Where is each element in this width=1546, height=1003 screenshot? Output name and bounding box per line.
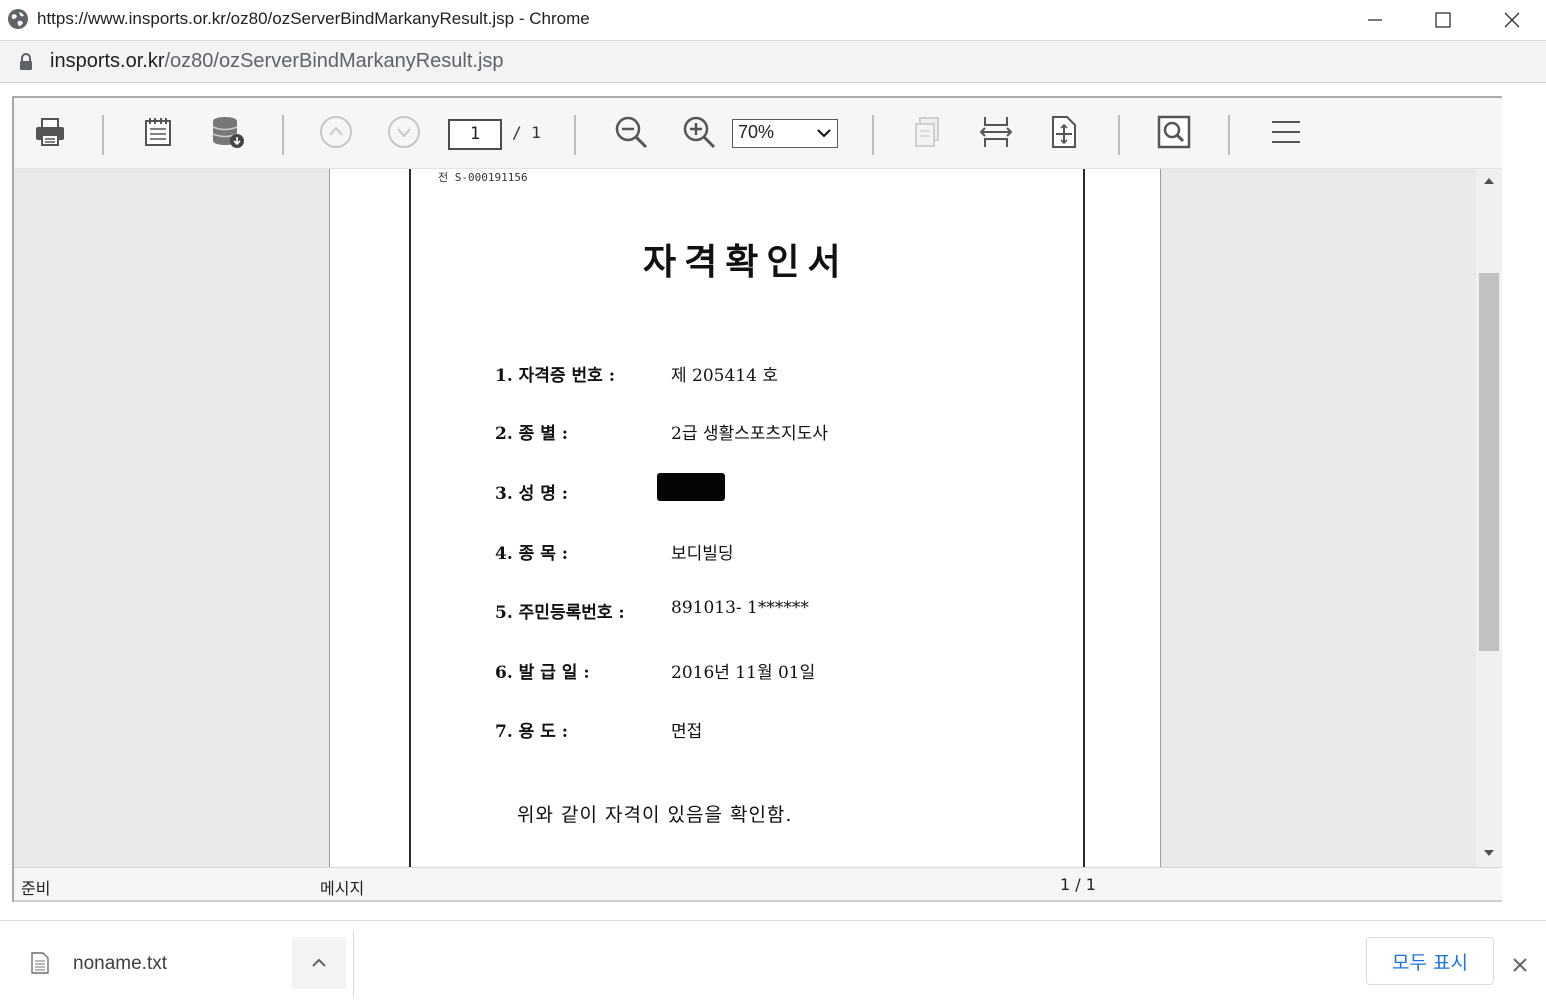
- toolbar-separator: [1228, 115, 1230, 155]
- toolbar-separator: [1118, 115, 1120, 155]
- field-label: 6. 발 급 일 :: [495, 663, 590, 683]
- zoom-value: 70%: [738, 122, 775, 142]
- maximize-button[interactable]: [1420, 0, 1466, 40]
- minimize-button[interactable]: [1352, 0, 1398, 40]
- field-value: 891013- 1******: [671, 598, 809, 618]
- previous-page-button[interactable]: [316, 112, 356, 152]
- toolbar-separator: [282, 115, 284, 155]
- viewer-toolbar: 1 / 1 70%: [14, 98, 1502, 169]
- lock-icon: [20, 53, 32, 70]
- printer-icon: [36, 118, 64, 146]
- maximize-icon: [1435, 12, 1451, 28]
- show-all-button[interactable]: 모두 표시: [1366, 937, 1494, 985]
- field-label: 4. 종 목 :: [495, 544, 569, 564]
- fit-page-button[interactable]: [1044, 112, 1084, 152]
- toolbar-separator: [102, 115, 104, 155]
- globe-icon: [8, 9, 28, 29]
- download-options-button[interactable]: [292, 937, 346, 989]
- field-label: 1. 자격증 번호 :: [495, 366, 615, 386]
- document-title: 자격확인서: [643, 241, 849, 283]
- find-button[interactable]: [1154, 112, 1194, 152]
- close-icon: [1504, 12, 1520, 28]
- title-bar: https://www.insports.or.kr/oz80/ozServer…: [0, 0, 1546, 41]
- page-number-input[interactable]: 1: [448, 119, 502, 150]
- field-value: 2016년 11월 01일: [671, 663, 816, 683]
- close-window-button[interactable]: [1489, 0, 1535, 40]
- minimize-icon: [1368, 19, 1382, 21]
- next-page-button[interactable]: [384, 112, 424, 152]
- single-page-icon: [915, 117, 939, 147]
- field-value: 면접: [671, 722, 703, 742]
- zoom-out-icon: [615, 116, 648, 149]
- find-icon: [1157, 115, 1191, 149]
- zoom-in-icon: [683, 116, 716, 149]
- page-edge: [1160, 169, 1161, 867]
- confirmation-text: 위와 같이 자격이 있음을 확인함.: [517, 804, 793, 826]
- certificate-frame: 전 S-000191156 자격확인서 1. 자격증 번호 : 제 205414…: [409, 169, 1085, 867]
- field-label: 2. 종 별 :: [495, 424, 569, 444]
- status-page: 1 / 1: [1060, 875, 1096, 894]
- document-number: 전 S-000191156: [438, 171, 528, 184]
- chevron-down-icon: [817, 129, 831, 138]
- window-title: https://www.insports.or.kr/oz80/ozServer…: [37, 9, 590, 28]
- report-viewer: 1 / 1 70% 전 S-000191156 자격확인서 1. 자격증 번호 …: [12, 96, 1502, 902]
- export-button[interactable]: [208, 112, 248, 152]
- single-page-button[interactable]: [908, 112, 948, 152]
- address-bar[interactable]: insports.or.kr/oz80/ozServerBindMarkanyR…: [0, 41, 1546, 83]
- document-view[interactable]: 전 S-000191156 자격확인서 1. 자격증 번호 : 제 205414…: [14, 169, 1476, 867]
- url-host: insports.or.kr: [50, 50, 165, 72]
- redacted-name: [657, 473, 725, 501]
- downloads-divider: [353, 931, 354, 997]
- status-bar: 준비 메시지 1 / 1: [14, 867, 1502, 902]
- export-icon: [212, 117, 244, 148]
- scroll-down-icon[interactable]: [1483, 849, 1495, 857]
- chevron-up-icon: [312, 958, 326, 967]
- toolbar-separator: [872, 115, 874, 155]
- status-state: 준비: [21, 879, 51, 898]
- fit-width-button[interactable]: [976, 112, 1016, 152]
- menu-button[interactable]: [1266, 112, 1306, 152]
- close-icon: [1513, 958, 1527, 972]
- zoom-select[interactable]: 70%: [732, 119, 838, 148]
- field-label: 5. 주민등록번호 :: [495, 603, 625, 623]
- url-path: /oz80/ozServerBindMarkanyResult.jsp: [164, 50, 504, 72]
- vertical-scrollbar[interactable]: [1476, 169, 1502, 867]
- field-value: 제 205414 호: [671, 366, 778, 386]
- zoom-out-button[interactable]: [611, 112, 651, 152]
- url-text[interactable]: insports.or.kr/oz80/ozServerBindMarkanyR…: [50, 50, 504, 73]
- status-message: 메시지: [320, 879, 365, 898]
- document-page: 전 S-000191156 자격확인서 1. 자격증 번호 : 제 205414…: [330, 169, 1161, 867]
- file-icon: [31, 952, 49, 974]
- next-page-icon: [388, 116, 420, 148]
- fit-page-icon: [1052, 116, 1076, 148]
- menu-icon: [1272, 121, 1300, 143]
- close-downloads-button[interactable]: [1506, 951, 1534, 979]
- field-label: 3. 성 명 :: [495, 484, 569, 504]
- downloads-bar: noname.txt 모두 표시: [0, 920, 1546, 1003]
- field-label: 7. 용 도 :: [495, 722, 569, 742]
- print-button[interactable]: [30, 112, 70, 152]
- scrollbar-thumb[interactable]: [1479, 273, 1499, 651]
- toolbar-separator: [574, 115, 576, 155]
- page-setup-button[interactable]: [138, 112, 178, 152]
- field-value: 보디빌딩: [671, 544, 734, 564]
- field-value: 2급 생활스포츠지도사: [671, 424, 828, 444]
- page-setup-icon: [145, 118, 171, 146]
- download-filename[interactable]: noname.txt: [73, 953, 167, 975]
- scroll-up-icon[interactable]: [1483, 177, 1495, 185]
- fit-width-icon: [979, 117, 1013, 147]
- previous-page-icon: [320, 116, 352, 148]
- zoom-in-button[interactable]: [679, 112, 719, 152]
- page-total: / 1: [512, 123, 541, 142]
